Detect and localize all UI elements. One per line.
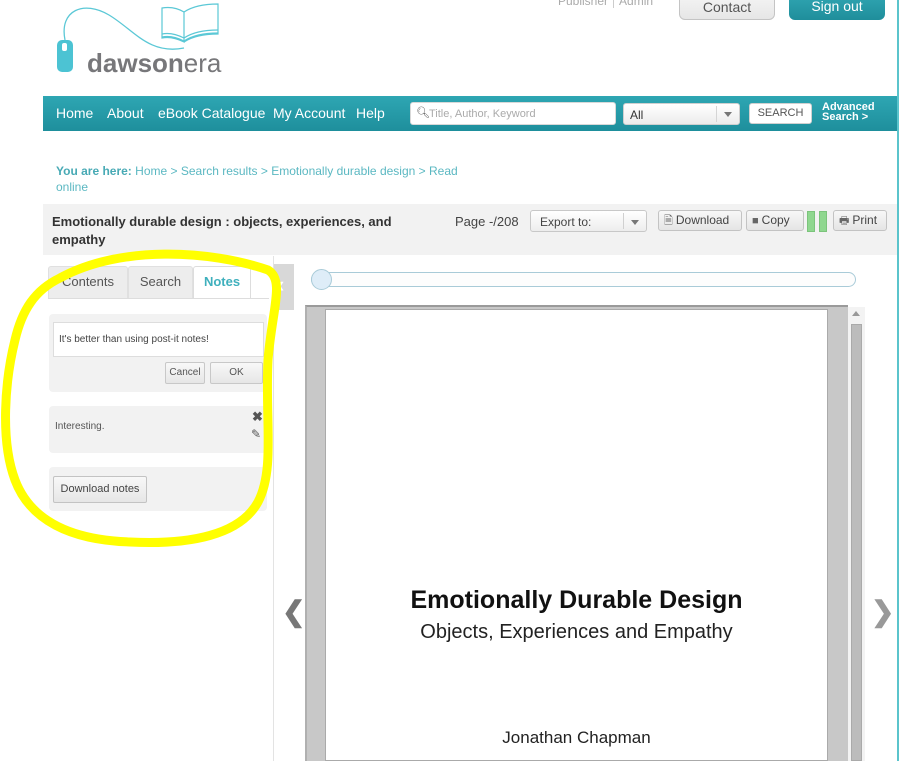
divider <box>48 298 269 299</box>
search-button[interactable]: SEARCH <box>749 103 812 124</box>
page-book-subtitle: Objects, Experiences and Empathy <box>420 621 733 643</box>
chevron-left-icon: ‹ <box>277 272 285 297</box>
next-page-button[interactable]: ❯ <box>871 595 894 628</box>
sign-out-button[interactable]: Sign out <box>789 0 885 20</box>
export-select[interactable]: Export to: <box>530 210 647 232</box>
file-download-icon: 🗎︎ <box>664 215 673 227</box>
copy-button[interactable]: ■ Copy <box>746 210 804 231</box>
book-page: Emotionally Durable Design Objects, Expe… <box>325 309 828 761</box>
logo-text-accent: era <box>183 48 222 78</box>
tab-contents[interactable]: Contents <box>48 266 128 299</box>
page-book-title: Emotionally Durable Design <box>410 586 743 614</box>
search-box: 🔍︎ <box>410 102 616 125</box>
contact-button[interactable]: Contact <box>679 0 775 20</box>
nav-my-account[interactable]: My Account <box>273 105 345 121</box>
download-button[interactable]: 🗎︎ Download <box>658 210 742 231</box>
collapse-panel-button[interactable]: ‹ <box>274 264 294 310</box>
printer-icon: 🖶︎ <box>839 215 850 227</box>
nav-home[interactable]: Home <box>56 105 93 121</box>
page-indicator: Page -/208 <box>455 214 519 229</box>
nav-help[interactable]: Help <box>356 105 385 121</box>
nav-ebook-catalogue[interactable]: eBook Catalogue <box>158 105 265 121</box>
divider <box>273 256 274 761</box>
page-slider[interactable] <box>311 272 856 287</box>
tab-notes[interactable]: Notes <box>193 266 251 299</box>
tab-search[interactable]: Search <box>128 266 193 299</box>
cancel-button[interactable]: Cancel <box>165 362 205 384</box>
delete-icon[interactable]: ✖ <box>252 409 263 425</box>
download-notes-button[interactable]: Download notes <box>53 476 147 503</box>
advanced-search-line2: Search > <box>822 111 869 123</box>
book-title: Emotionally durable design : objects, ex… <box>52 214 392 247</box>
search-input[interactable] <box>429 105 609 122</box>
publisher-link[interactable]: Publisher <box>558 0 608 8</box>
scrollbar-thumb[interactable] <box>851 324 862 761</box>
scroll-up-icon[interactable] <box>852 311 860 316</box>
previous-page-button[interactable]: ❮ <box>282 595 305 628</box>
scope-value: All <box>630 108 644 122</box>
chevron-down-icon <box>631 220 639 225</box>
search-icon: 🔍︎ <box>416 107 430 119</box>
breadcrumb: You are here: Home > Search results > Em… <box>56 163 476 195</box>
breadcrumb-label: You are here: <box>56 164 132 178</box>
side-panel-tabs: Contents Search Notes <box>48 266 269 299</box>
divider <box>716 106 717 122</box>
divider <box>623 213 624 229</box>
divider <box>613 0 615 8</box>
page-slider-handle[interactable] <box>311 269 332 290</box>
download-notes-section: Download notes <box>49 467 267 511</box>
download-label: Download <box>675 213 730 227</box>
nav-about[interactable]: About <box>107 105 144 121</box>
note-input[interactable] <box>53 322 264 357</box>
top-links: Publisher Admin <box>558 0 653 8</box>
main-nav: Home About eBook Catalogue My Account He… <box>43 96 897 131</box>
note-editor: Cancel OK <box>49 314 267 392</box>
status-indicator <box>807 211 815 232</box>
note-text: Interesting. <box>55 421 105 432</box>
copy-label: Copy <box>761 213 790 227</box>
book-toolbar: Emotionally durable design : objects, ex… <box>43 204 897 255</box>
advanced-search-link[interactable]: Advanced Search > <box>822 102 882 123</box>
ok-button[interactable]: OK <box>210 362 263 384</box>
note-item: Interesting. ✖ ✎ <box>49 406 267 453</box>
dawsonera-logo[interactable]: dawsonera <box>54 0 224 82</box>
status-indicator <box>819 211 827 232</box>
pencil-icon[interactable]: ✎ <box>251 427 261 441</box>
page-book-author: Jonathan Chapman <box>502 728 651 747</box>
print-label: Print <box>852 213 878 227</box>
admin-link[interactable]: Admin <box>619 0 653 8</box>
print-button[interactable]: 🖶︎ Print <box>833 210 887 231</box>
document-icon: ■ <box>752 215 759 227</box>
logo-text-main: dawson <box>87 48 184 78</box>
chevron-down-icon <box>724 112 732 117</box>
search-scope-select[interactable]: All <box>623 103 740 125</box>
export-value: Export to: <box>540 215 592 229</box>
vertical-scrollbar[interactable] <box>848 307 865 761</box>
